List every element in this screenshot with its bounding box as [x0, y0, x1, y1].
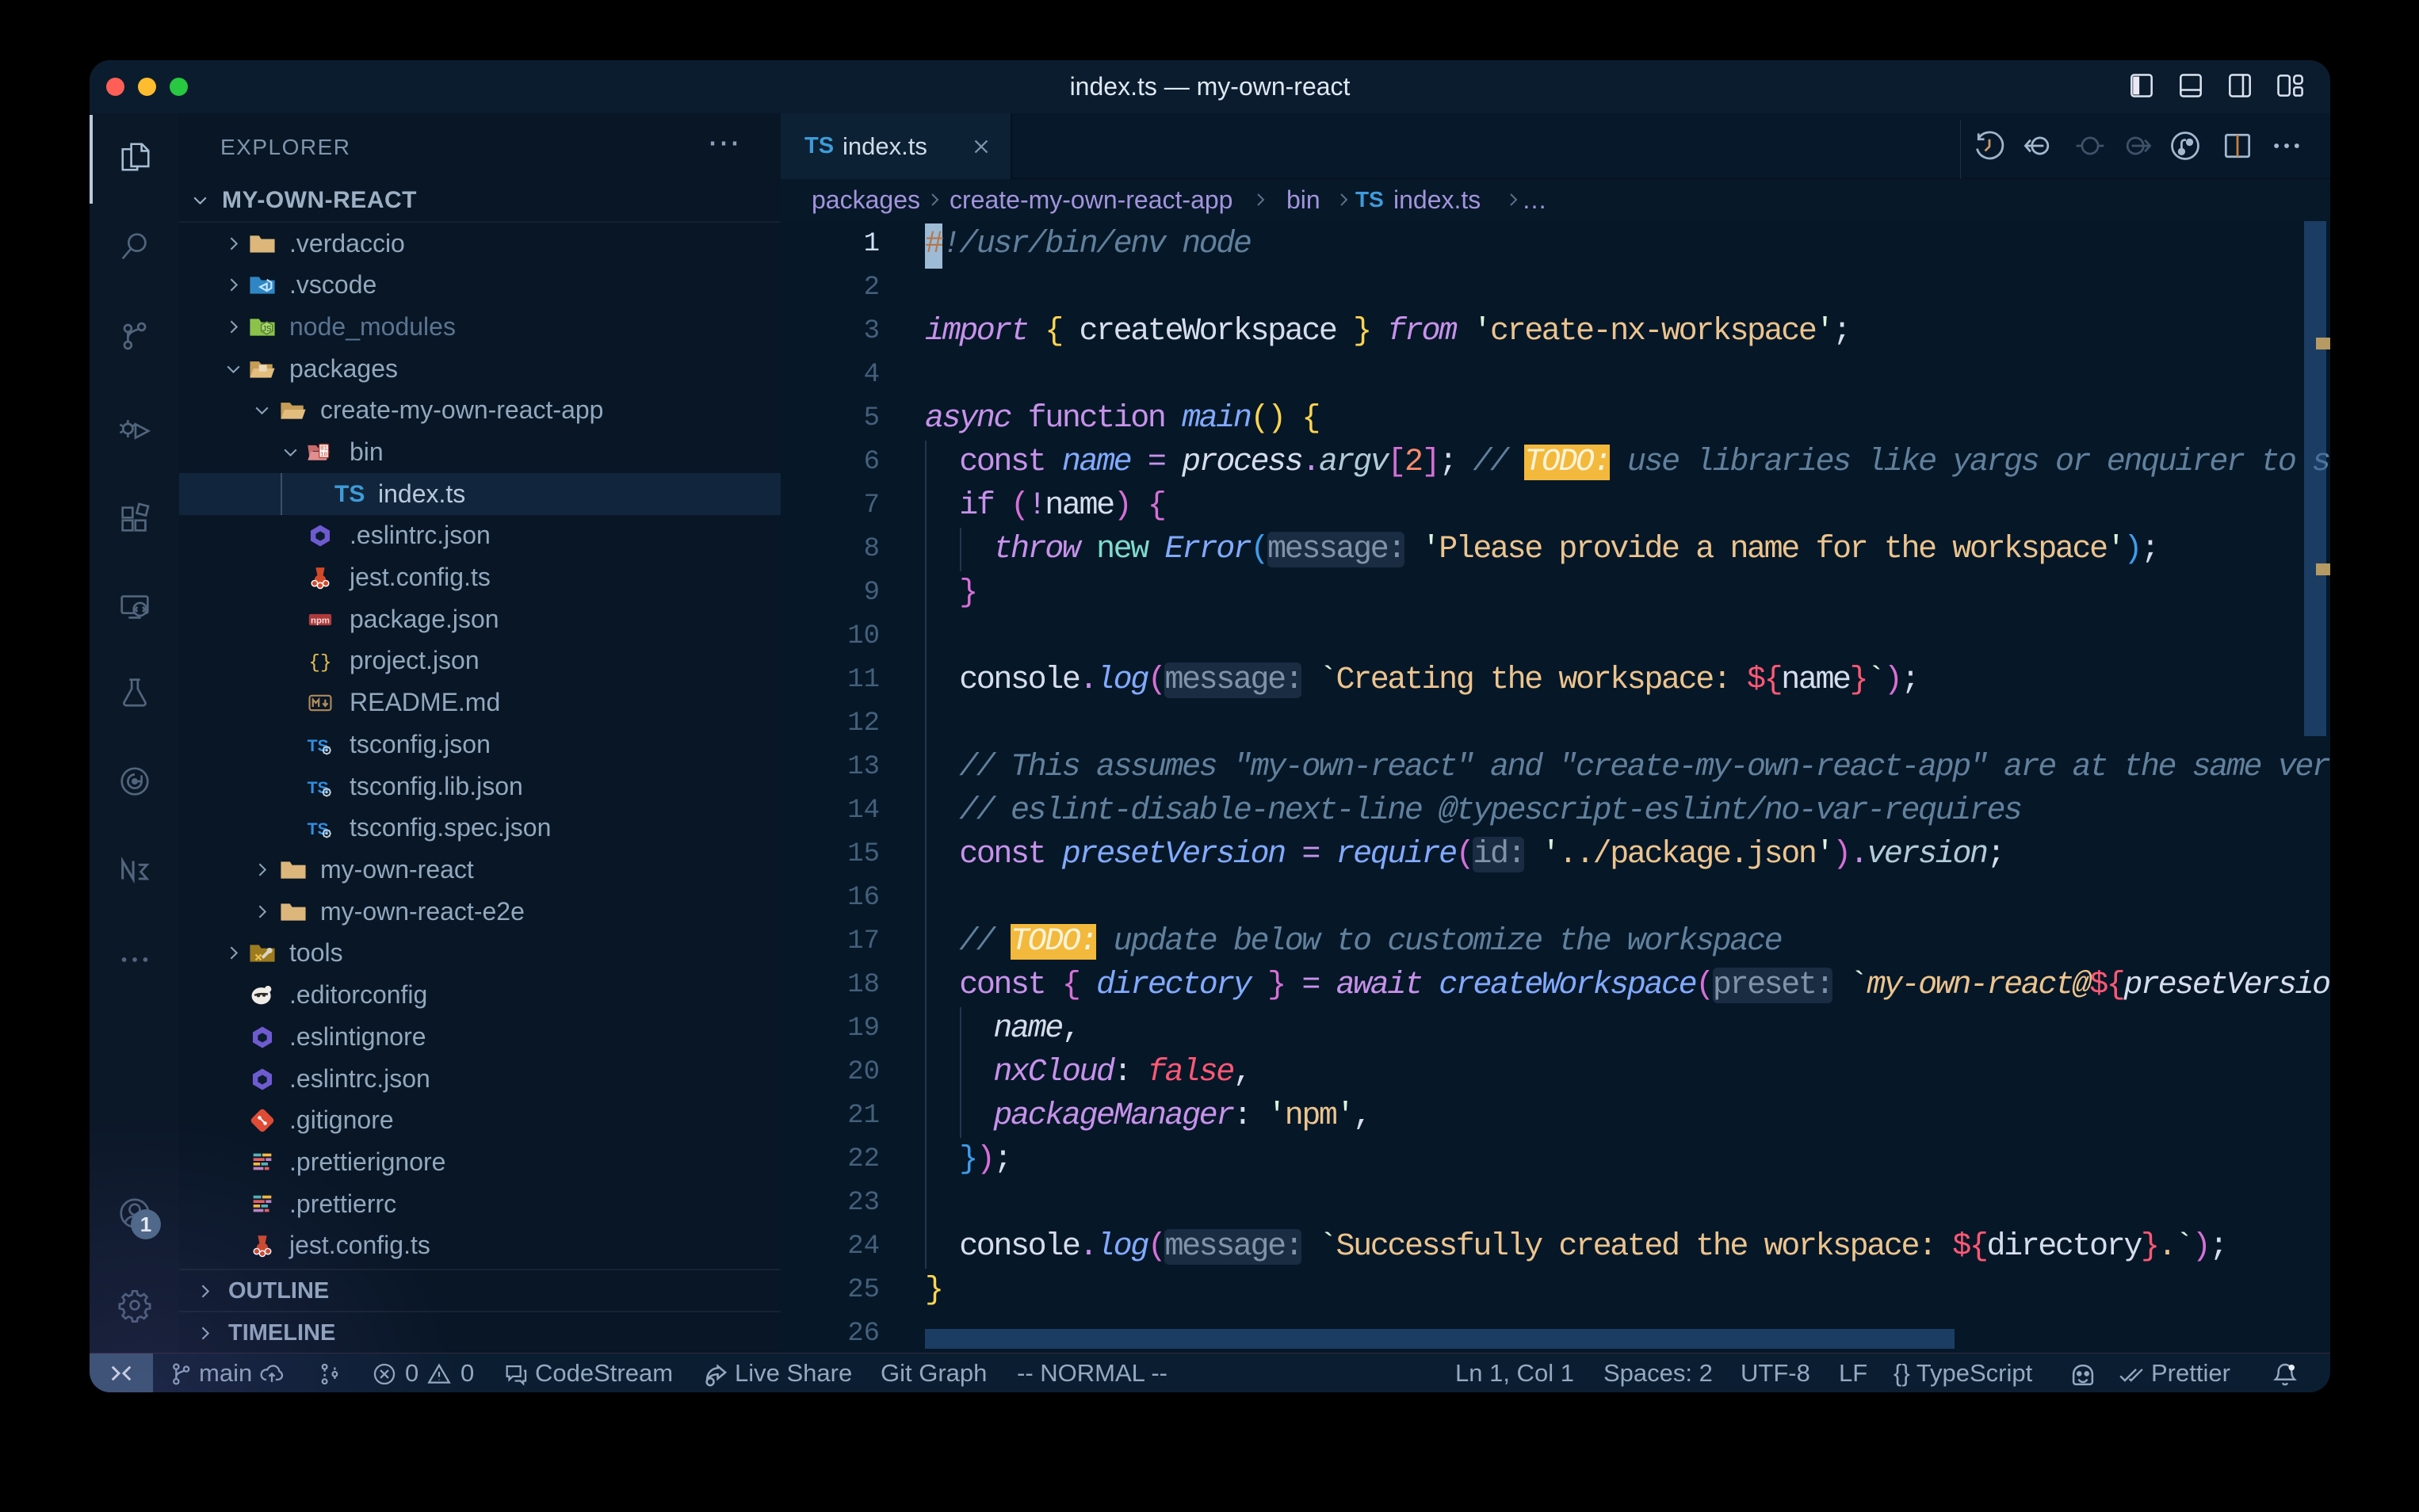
svg-text:01: 01 — [320, 446, 327, 452]
svg-text:TS: TS — [308, 819, 329, 838]
svg-text:{}: {} — [309, 653, 332, 674]
svg-text:npm: npm — [311, 616, 330, 625]
svg-text:TS: TS — [308, 778, 329, 797]
svg-text:10: 10 — [320, 452, 327, 459]
svg-text:TS: TS — [308, 736, 329, 755]
svg-text:JS: JS — [262, 325, 272, 334]
